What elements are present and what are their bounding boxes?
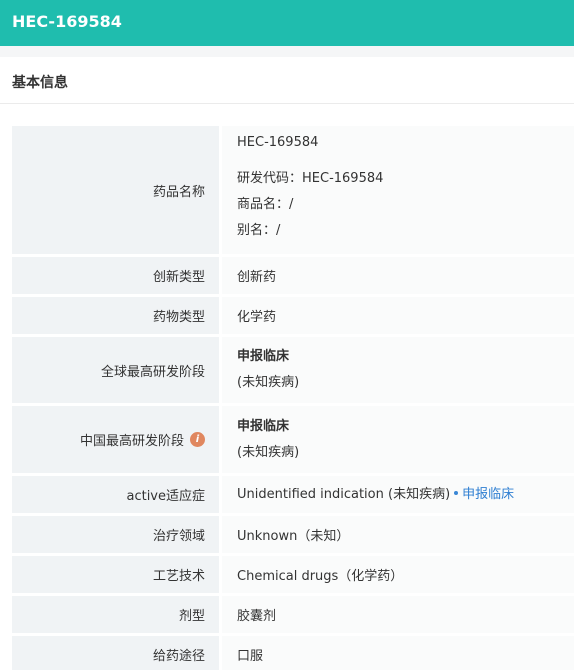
page-title: HEC-169584 xyxy=(12,12,122,31)
row-route: 给药途径 口服 xyxy=(12,636,574,670)
section-header: 基本信息 xyxy=(0,57,574,104)
alias-text: 别名：/ xyxy=(237,223,281,238)
row-china-stage: 中国最高研发阶段 i 申报临床 (未知疾病) xyxy=(12,406,574,473)
indication-text: Unidentified indication (未知疾病) xyxy=(237,486,451,502)
row-value: 胶囊剂 xyxy=(222,596,574,633)
row-value: 化学药 xyxy=(222,297,574,334)
row-key: 药品名称 xyxy=(12,126,219,254)
row-key: 药物类型 xyxy=(12,297,219,334)
row-value: 创新药 xyxy=(222,257,574,294)
row-key: 给药途径 xyxy=(12,636,219,670)
stage-note: (未知疾病) xyxy=(237,444,300,460)
stage-note: (未知疾病) xyxy=(237,375,300,390)
row-value: 申报临床 (未知疾病) xyxy=(222,406,574,473)
row-global-stage: 全球最高研发阶段 申报临床 (未知疾病) xyxy=(12,337,574,403)
stage-text: 申报临床 xyxy=(237,418,290,434)
trade-name-text: 商品名：/ xyxy=(237,197,294,212)
row-therapy-area: 治疗领域 Unknown（未知） xyxy=(12,516,574,553)
row-key-wrap: 中国最高研发阶段 i xyxy=(12,406,219,473)
row-dosage-form: 剂型 胶囊剂 xyxy=(12,596,574,633)
info-table: 药品名称 HEC-169584 研发代码：HEC-169584 商品名：/ 别名… xyxy=(12,126,574,670)
info-icon[interactable]: i xyxy=(190,432,205,447)
row-drug-name: 药品名称 HEC-169584 研发代码：HEC-169584 商品名：/ 别名… xyxy=(12,126,574,254)
row-process-tech: 工艺技术 Chemical drugs（化学药） xyxy=(12,556,574,593)
indication-line: Unidentified indication (未知疾病) 申报临床 xyxy=(237,482,574,508)
row-value: 申报临床 (未知疾病) xyxy=(222,337,574,403)
row-value: 口服 xyxy=(222,636,574,670)
drug-name-text: HEC-169584 xyxy=(237,135,319,150)
row-key: active适应症 xyxy=(12,476,219,513)
row-drug-type: 药物类型 化学药 xyxy=(12,297,574,334)
row-key: 剂型 xyxy=(12,596,219,633)
section-gap xyxy=(0,46,574,57)
row-value: Unidentified indication (未知疾病) 申报临床 xyxy=(222,476,574,513)
row-value: Unknown（未知） xyxy=(222,516,574,553)
bullet-dot-icon xyxy=(454,490,459,495)
section-title: 基本信息 xyxy=(12,75,68,91)
row-value: HEC-169584 研发代码：HEC-169584 商品名：/ 别名：/ xyxy=(222,126,574,254)
row-value: Chemical drugs（化学药） xyxy=(222,556,574,593)
row-key: 创新类型 xyxy=(12,257,219,294)
stage-text: 申报临床 xyxy=(237,349,290,364)
row-key: 全球最高研发阶段 xyxy=(12,337,219,403)
row-key: 治疗领域 xyxy=(12,516,219,553)
row-key: 工艺技术 xyxy=(12,556,219,593)
row-active-indication: active适应症 Unidentified indication (未知疾病)… xyxy=(12,476,574,513)
row-innovation-type: 创新类型 创新药 xyxy=(12,257,574,294)
research-code-text: 研发代码：HEC-169584 xyxy=(237,171,384,186)
row-key: 中国最高研发阶段 xyxy=(79,434,184,449)
indication-stage-link[interactable]: 申报临床 xyxy=(462,487,514,502)
top-bar: HEC-169584 xyxy=(0,0,574,46)
